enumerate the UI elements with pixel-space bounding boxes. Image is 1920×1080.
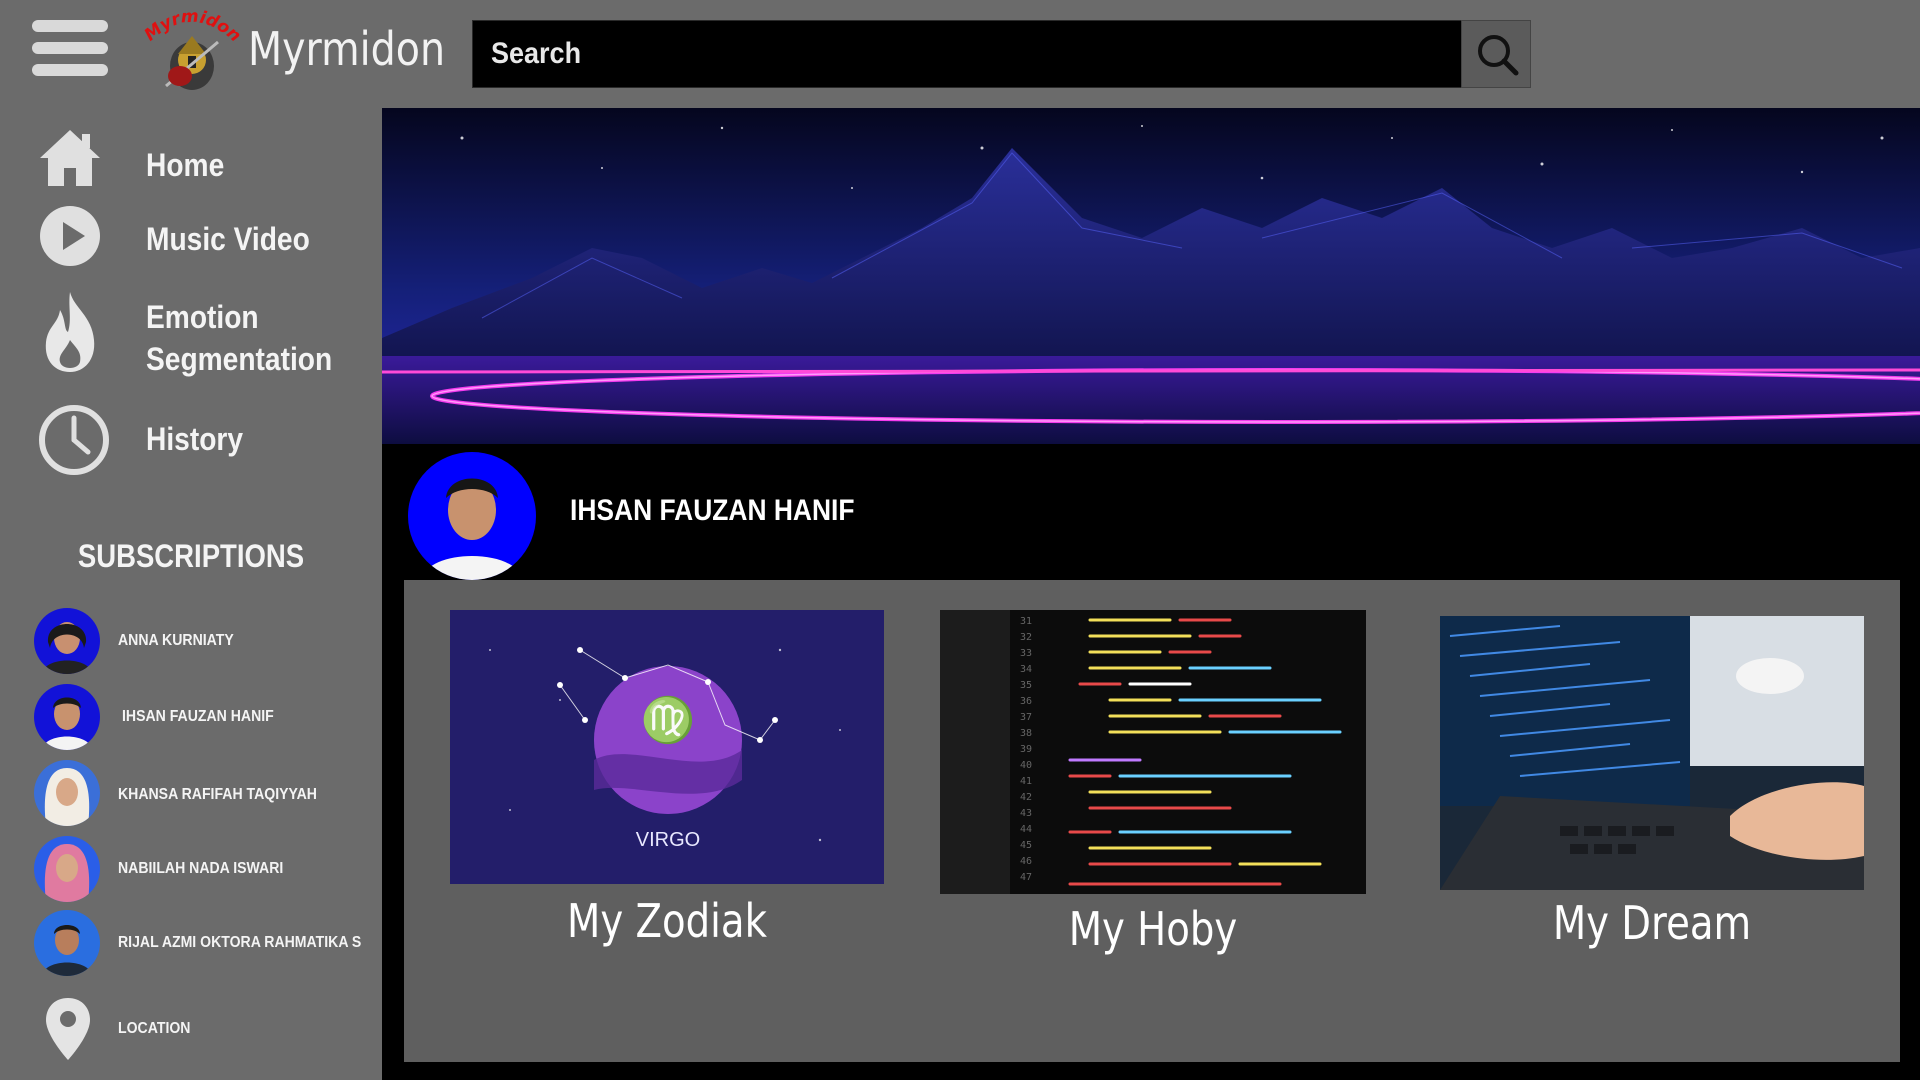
sidebar-item-history[interactable]: History bbox=[0, 400, 382, 480]
avatar bbox=[34, 608, 100, 674]
clock-icon bbox=[39, 405, 109, 475]
card-my-dream[interactable]: My Dream bbox=[1440, 616, 1864, 956]
avatar bbox=[34, 836, 100, 902]
avatar bbox=[34, 760, 100, 826]
brand-name[interactable]: Myrmidon bbox=[248, 22, 445, 76]
svg-text:43: 43 bbox=[1020, 808, 1032, 819]
avatar bbox=[34, 910, 100, 976]
svg-text:37: 37 bbox=[1020, 712, 1032, 723]
sidebar-item-emotion-segmentation[interactable]: Emotion Segmentation bbox=[0, 286, 382, 386]
svg-text:41: 41 bbox=[1020, 776, 1032, 787]
svg-text:40: 40 bbox=[1020, 760, 1032, 771]
search-icon bbox=[1478, 35, 1519, 76]
profile-avatar[interactable] bbox=[408, 452, 536, 580]
svg-text:31: 31 bbox=[1020, 616, 1032, 627]
card-title: My Hoby bbox=[1068, 902, 1238, 956]
sidebar-item-label-line1: Emotion bbox=[146, 299, 259, 335]
search-button[interactable] bbox=[1461, 20, 1531, 88]
subscription-item[interactable]: IHSAN FAUZAN HANIF bbox=[0, 684, 382, 754]
subscription-name: RIJAL AZMI OKTORA RAHMATIKA S bbox=[118, 934, 362, 951]
svg-text:45: 45 bbox=[1020, 840, 1032, 851]
home-icon bbox=[40, 130, 100, 186]
channel-banner bbox=[382, 108, 1920, 444]
card-title: My Dream bbox=[1552, 896, 1752, 950]
svg-text:42: 42 bbox=[1020, 792, 1032, 803]
subscription-item[interactable]: RIJAL AZMI OKTORA RAHMATIKA S bbox=[0, 910, 382, 980]
flame-icon bbox=[45, 292, 95, 372]
profile-header: IHSAN FAUZAN HANIF bbox=[382, 444, 1920, 580]
subscription-item[interactable]: NABIILAH NADA ISWARI bbox=[0, 836, 382, 906]
profile-name: IHSAN FAUZAN HANIF bbox=[570, 494, 855, 527]
play-icon bbox=[40, 206, 100, 266]
menu-icon[interactable] bbox=[32, 20, 108, 76]
search-placeholder: Search bbox=[491, 37, 582, 70]
subscriptions-heading: SUBSCRIPTIONS bbox=[77, 538, 305, 574]
location-label: LOCATION bbox=[118, 1020, 191, 1037]
avatar bbox=[34, 684, 100, 750]
svg-text:♍: ♍ bbox=[641, 695, 696, 746]
sidebar-item-music-video[interactable]: Music Video bbox=[0, 200, 382, 270]
subscription-item[interactable]: KHANSA RAFIFAH TAQIYYAH bbox=[0, 760, 382, 830]
subscription-name: IHSAN FAUZAN HANIF bbox=[122, 708, 274, 725]
content-area: ♍ VIRGO My Zodiak 31 32 33 34 35 36 37 38 39 4… bbox=[382, 580, 1920, 1080]
subscription-name: ANNA KURNIATY bbox=[118, 632, 234, 649]
card-my-hoby[interactable]: 31 32 33 34 35 36 37 38 39 40 41 42 43 44 45 46 47 bbox=[940, 610, 1366, 960]
sidebar: Home Music Video Emotion Segmentation Hi… bbox=[0, 108, 382, 1080]
thumbnail-label: VIRGO bbox=[636, 829, 700, 851]
sidebar-item-label: Music Video bbox=[146, 221, 310, 257]
card-title: My Zodiak bbox=[567, 894, 767, 948]
sidebar-item-label: History bbox=[146, 421, 244, 457]
sidebar-item-label: Home bbox=[146, 147, 225, 183]
svg-text:38: 38 bbox=[1020, 728, 1032, 739]
svg-text:33: 33 bbox=[1020, 648, 1032, 659]
location-item[interactable]: LOCATION bbox=[0, 996, 382, 1076]
svg-text:39: 39 bbox=[1020, 744, 1032, 755]
svg-text:44: 44 bbox=[1020, 824, 1032, 835]
subscription-item[interactable]: ANNA KURNIATY bbox=[0, 608, 382, 678]
subscription-name: NABIILAH NADA ISWARI bbox=[118, 860, 284, 877]
svg-text:34: 34 bbox=[1020, 664, 1032, 675]
svg-text:46: 46 bbox=[1020, 856, 1032, 867]
card-thumbnail: ♍ VIRGO bbox=[450, 610, 884, 884]
location-pin-icon bbox=[46, 998, 90, 1060]
svg-text:47: 47 bbox=[1020, 872, 1032, 883]
card-my-zodiak[interactable]: ♍ VIRGO My Zodiak bbox=[450, 610, 884, 950]
content-panel: ♍ VIRGO My Zodiak 31 32 33 34 35 36 37 38 39 4… bbox=[404, 580, 1900, 1062]
search-input[interactable]: Search bbox=[472, 20, 1462, 88]
svg-text:35: 35 bbox=[1020, 680, 1032, 691]
sidebar-item-label-line2: Segmentation bbox=[146, 341, 333, 377]
card-thumbnail bbox=[1440, 616, 1864, 890]
svg-text:32: 32 bbox=[1020, 632, 1032, 643]
card-thumbnail: 31 32 33 34 35 36 37 38 39 40 41 42 43 44 45 46 47 bbox=[940, 610, 1366, 894]
top-bar: Myrmidon Myrmidon Search bbox=[0, 0, 1920, 108]
svg-text:36: 36 bbox=[1020, 696, 1032, 707]
sidebar-item-home[interactable]: Home bbox=[0, 118, 382, 188]
subscription-name: KHANSA RAFIFAH TAQIYYAH bbox=[118, 786, 317, 803]
myrmidon-logo[interactable]: Myrmidon bbox=[138, 6, 246, 96]
